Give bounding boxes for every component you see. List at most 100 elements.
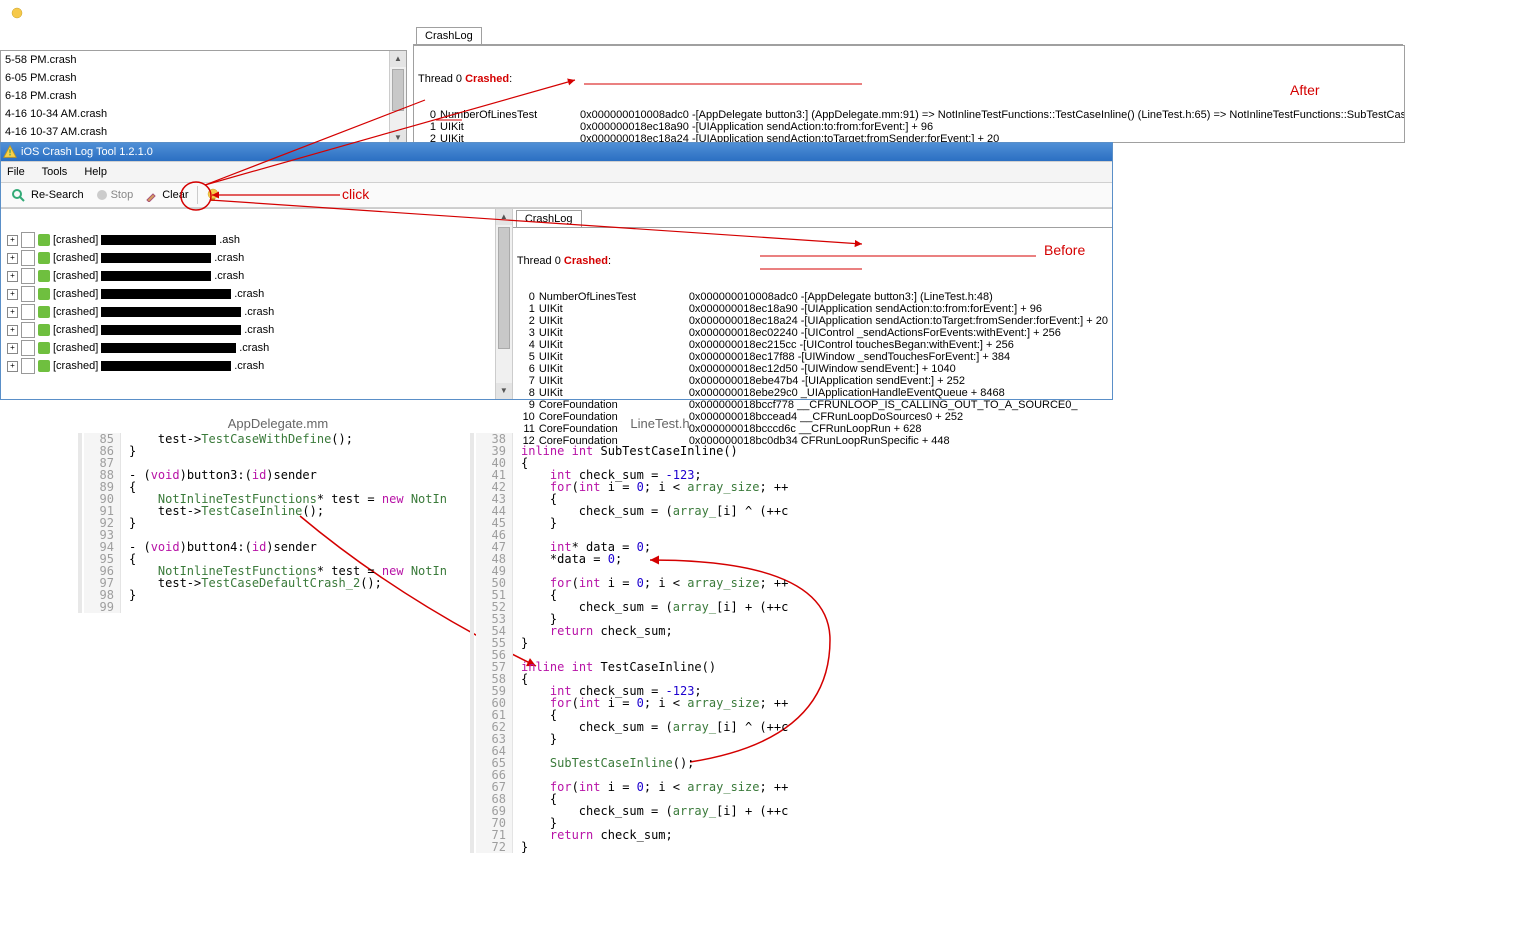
tree-item[interactable]: +[crashed] .crash (1, 321, 512, 339)
research-button[interactable]: Re-Search (7, 183, 88, 207)
code-line[interactable]: 45 } (476, 517, 850, 529)
code-line[interactable]: 55} (476, 637, 850, 649)
code-body[interactable]: 85 test->TestCaseWithDefine();86}8788- (… (78, 433, 478, 613)
tree-label: [crashed] (53, 303, 98, 321)
warning-icon (3, 145, 17, 159)
tree-suffix: .crash (234, 357, 264, 375)
file-list-item[interactable]: 5-58 PM.crash (1, 51, 406, 69)
broom-icon (145, 188, 159, 202)
tab-crashlog[interactable]: CrashLog (516, 210, 582, 227)
code-line[interactable]: 57inline int TestCaseInline() (476, 661, 850, 673)
crashlog-before-pane: CrashLog Thread 0 Crashed: 0NumberOfLine… (513, 209, 1112, 399)
scroll-down-arrow[interactable]: ▼ (496, 383, 512, 399)
code-line[interactable]: 86} (84, 445, 478, 457)
scroll-thumb[interactable] (498, 227, 510, 349)
expand-icon[interactable]: + (7, 325, 18, 336)
app-window: iOS Crash Log Tool 1.2.1.0 File Tools He… (0, 142, 1113, 400)
status-icon (38, 342, 50, 354)
stack-frame[interactable]: 1UIKit0x000000018ec18a90 -[UIApplication… (418, 121, 1400, 133)
crashlog-after-pane: CrashLog Thread 0 Crashed: 0NumberOfLine… (413, 26, 1403, 143)
tree-item[interactable]: + [crashed] .crash (1, 339, 512, 357)
code-line[interactable]: 99 (84, 601, 478, 613)
stack-frame[interactable]: 3UIKit0x000000018ec02240 -[UIControl _se… (517, 327, 1108, 339)
stack-frame[interactable]: 7UIKit0x000000018ebe47b4 -[UIApplication… (517, 375, 1108, 387)
stack-frame[interactable]: 0NumberOfLinesTest0x000000010008adc0 -[A… (418, 109, 1400, 121)
stack-frame[interactable]: 9CoreFoundation0x000000018bccf778 __CFRU… (517, 399, 1108, 411)
thread-header: Thread 0 Crashed: (418, 73, 1400, 85)
tree-item[interactable]: +[crashed] .ash (1, 231, 512, 249)
redacted-text (101, 289, 231, 299)
scroll-up-arrow[interactable]: ▲ (390, 51, 406, 67)
page-icon (21, 232, 35, 248)
stack-frame[interactable]: 6UIKit0x000000018ec12d50 -[UIWindow send… (517, 363, 1108, 375)
code-line[interactable]: 72} (476, 841, 850, 853)
code-line[interactable]: 85 test->TestCaseWithDefine(); (84, 433, 478, 445)
status-icon (38, 306, 50, 318)
bulb-button[interactable] (202, 188, 224, 202)
tree-label: [crashed] (53, 285, 98, 303)
stop-button[interactable]: Stop (92, 183, 138, 207)
scroll-thumb[interactable] (392, 69, 404, 111)
scroll-up-arrow[interactable]: ▲ (496, 209, 512, 225)
code-line[interactable]: 39inline int SubTestCaseInline() (476, 445, 850, 457)
code-line[interactable]: 98} (84, 589, 478, 601)
expand-icon[interactable]: + (7, 235, 18, 246)
code-line[interactable]: 63 } (476, 733, 850, 745)
code-title: LineTest.h (470, 414, 850, 433)
search-icon (11, 188, 25, 202)
menu-help[interactable]: Help (84, 166, 107, 178)
menu-tools[interactable]: Tools (42, 166, 68, 178)
code-line[interactable]: 94- (void)button4:(id)sender (84, 541, 478, 553)
bulb-icon (206, 188, 220, 202)
expand-icon[interactable]: + (7, 289, 18, 300)
expand-icon[interactable]: + (7, 307, 18, 318)
tree-item[interactable]: +[crashed] .crash (1, 357, 512, 375)
status-icon (38, 360, 50, 372)
status-icon (38, 234, 50, 246)
page-icon (21, 286, 35, 302)
code-line[interactable]: 97 test->TestCaseDefaultCrash_2(); (84, 577, 478, 589)
file-list-scrollbar[interactable]: ▲ ▼ (389, 51, 406, 146)
stack-frame[interactable]: 8UIKit0x000000018ebe29c0 _UIApplicationH… (517, 387, 1108, 399)
menu-file[interactable]: File (7, 166, 25, 178)
code-line[interactable]: 92} (84, 517, 478, 529)
code-line[interactable]: 54 return check_sum; (476, 625, 850, 637)
expand-icon[interactable]: + (7, 253, 18, 264)
code-line[interactable]: 48 *data = 0; (476, 553, 850, 565)
tree-item[interactable]: +[crashed] .crash (1, 303, 512, 321)
tree-label: [crashed] (53, 267, 98, 285)
expand-icon[interactable]: + (7, 361, 18, 372)
crash-tree[interactable]: +[crashed] .ash+[crashed] .crash+[crashe… (1, 209, 513, 399)
file-list-pane: 5-58 PM.crash6-05 PM.crash6-18 PM.crash4… (0, 50, 407, 147)
page-icon (21, 358, 35, 374)
file-list-item[interactable]: 4-16 10-37 AM.crash (1, 123, 406, 141)
stack-frame[interactable]: 1UIKit0x000000018ec18a90 -[UIApplication… (517, 303, 1108, 315)
code-line[interactable]: 91 test->TestCaseInline(); (84, 505, 478, 517)
expand-icon[interactable]: + (7, 343, 18, 354)
redacted-text (101, 253, 211, 263)
stack-frame[interactable]: 0NumberOfLinesTest0x000000010008adc0 -[A… (517, 291, 1108, 303)
code-line[interactable]: 65 SubTestCaseInline(); (476, 757, 850, 769)
code-line[interactable]: 88- (void)button3:(id)sender (84, 469, 478, 481)
file-list-item[interactable]: 4-16 10-34 AM.crash (1, 105, 406, 123)
tab-crashlog[interactable]: CrashLog (416, 27, 482, 44)
stack-frame[interactable]: 2UIKit0x000000018ec18a24 -[UIApplication… (517, 315, 1108, 327)
tree-item[interactable]: +[crashed] .crash (1, 267, 512, 285)
tree-label: [crashed] (53, 249, 98, 267)
tree-suffix: .crash (239, 339, 269, 357)
tree-scrollbar[interactable]: ▲ ▼ (495, 209, 512, 399)
code-line[interactable]: 71 return check_sum; (476, 829, 850, 841)
clear-button[interactable]: Clear (141, 183, 192, 207)
file-list-item[interactable]: 6-18 PM.crash (1, 87, 406, 105)
page-icon (21, 304, 35, 320)
file-list[interactable]: 5-58 PM.crash6-05 PM.crash6-18 PM.crash4… (1, 51, 406, 141)
stack-frame[interactable]: 4UIKit0x000000018ec215cc -[UIControl tou… (517, 339, 1108, 351)
tree-item[interactable]: +[crashed] .crash (1, 249, 512, 267)
file-list-item[interactable]: 6-05 PM.crash (1, 69, 406, 87)
stack-frame[interactable]: 5UIKit0x000000018ec17f88 -[UIWindow _sen… (517, 351, 1108, 363)
code-body[interactable]: 3839inline int SubTestCaseInline()40{41 … (470, 433, 850, 853)
tree-label: [crashed] (53, 339, 98, 357)
tree-item[interactable]: +[crashed] .crash (1, 285, 512, 303)
redacted-text (101, 325, 241, 335)
expand-icon[interactable]: + (7, 271, 18, 282)
